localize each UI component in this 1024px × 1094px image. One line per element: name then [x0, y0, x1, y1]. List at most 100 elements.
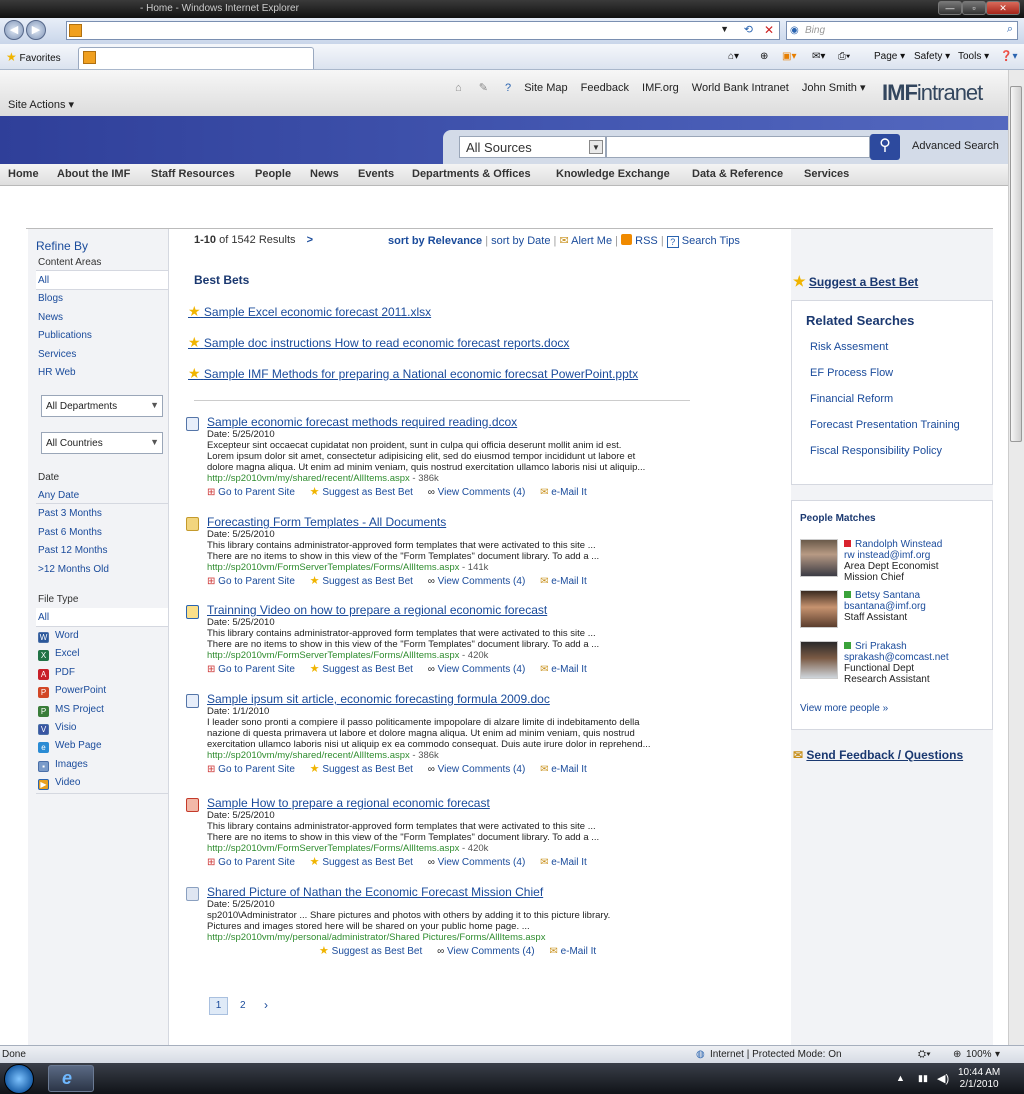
suggest-best-bet-link[interactable]: Suggest as Best Bet	[322, 576, 413, 587]
start-button[interactable]	[4, 1064, 34, 1094]
email-it-link[interactable]: e-Mail It	[551, 664, 587, 675]
nav-staff-resources[interactable]: Staff Resources	[151, 168, 235, 180]
area-news[interactable]: News	[38, 312, 63, 323]
suggest-best-bet-link[interactable]: Suggest as Best Bet	[332, 946, 423, 957]
result-title-link[interactable]: Sample How to prepare a regional economi…	[207, 796, 696, 810]
filetype-images[interactable]: ▪ Images	[38, 759, 88, 772]
nav-data-reference[interactable]: Data & Reference	[692, 168, 783, 180]
person-name[interactable]: Betsy Santana	[855, 590, 920, 601]
countries-select[interactable]: All Countries ▼	[41, 432, 163, 454]
top-link-sitemap[interactable]: Site Map	[524, 82, 567, 94]
best-bet-item[interactable]: ★ Sample doc instructions How to read ec…	[188, 334, 569, 351]
area-hr-web[interactable]: HR Web	[38, 367, 76, 378]
date-6-months[interactable]: Past 6 Months	[38, 527, 102, 538]
go-to-parent-link[interactable]: Go to Parent Site	[218, 487, 295, 498]
page-1-button[interactable]: 1	[209, 997, 228, 1015]
back-button[interactable]: ◀	[4, 20, 24, 40]
rss-toolbar-icon[interactable]: ▣▾	[782, 51, 796, 62]
filetype-all[interactable]: All	[38, 612, 49, 623]
refresh-icon[interactable]: ⟲	[744, 23, 753, 36]
avatar[interactable]	[800, 590, 838, 628]
person-email[interactable]: bsantana@imf.org	[844, 601, 926, 612]
close-window-button[interactable]: ✕	[986, 1, 1020, 15]
filetype-pdf[interactable]: A PDF	[38, 667, 75, 680]
site-actions-menu[interactable]: Site Actions ▾	[8, 98, 74, 111]
result-title-link[interactable]: Trainning Video on how to prepare a regi…	[207, 603, 696, 617]
result-title-link[interactable]: Sample ipsum sit article, economic forec…	[207, 692, 696, 706]
nav-events[interactable]: Events	[358, 168, 394, 180]
zoom-dropdown-icon[interactable]: ▾	[995, 1049, 1000, 1060]
avatar[interactable]	[800, 539, 838, 577]
avatar[interactable]	[800, 641, 838, 679]
suggest-best-bet-link[interactable]: Suggest as Best Bet	[322, 664, 413, 675]
mail-toolbar-icon[interactable]: ✉▾	[812, 51, 825, 62]
date-12-months[interactable]: Past 12 Months	[38, 545, 107, 556]
date-any[interactable]: Any Date	[38, 490, 79, 501]
area-all[interactable]: All	[38, 275, 49, 286]
tools-menu[interactable]: Tools ▾	[958, 51, 989, 62]
filetype-visio[interactable]: V Visio	[38, 722, 77, 735]
view-comments-link[interactable]: View Comments (4)	[438, 764, 526, 775]
tag-icon[interactable]: ⌂	[455, 82, 462, 94]
result-title-link[interactable]: Sample economic forecast methods require…	[207, 415, 696, 429]
top-link-world-bank[interactable]: World Bank Intranet	[692, 82, 789, 94]
imf-intranet-logo[interactable]: IMFintranet	[882, 80, 983, 106]
advanced-search-link[interactable]: Advanced Search	[912, 140, 999, 152]
person-email[interactable]: sprakash@comcast.net	[844, 652, 949, 663]
notes-icon[interactable]: ✎	[479, 82, 488, 94]
view-comments-link[interactable]: View Comments (4)	[447, 946, 535, 957]
related-search-link[interactable]: Risk Assesment	[810, 341, 888, 353]
go-to-parent-link[interactable]: Go to Parent Site	[218, 576, 295, 587]
person-email[interactable]: rw instead@imf.org	[844, 550, 930, 561]
related-search-link[interactable]: EF Process Flow	[810, 367, 893, 379]
stop-icon[interactable]: ✕	[764, 23, 774, 37]
next-page-link[interactable]: ›	[264, 998, 268, 1012]
browser-search-input[interactable]: ◉ Bing ⌕	[786, 21, 1018, 40]
email-it-link[interactable]: e-Mail It	[551, 857, 587, 868]
nav-about[interactable]: About the IMF	[57, 168, 130, 180]
system-clock[interactable]: 10:44 AM 2/1/2010	[958, 1067, 1000, 1091]
protected-mode-icon[interactable]: ⛭▾	[918, 1049, 931, 1060]
sort-date[interactable]: sort by Date	[491, 235, 550, 247]
related-search-link[interactable]: Fiscal Responsibility Policy	[810, 445, 942, 457]
forward-button[interactable]: ▶	[26, 20, 46, 40]
best-bet-item[interactable]: ★ Sample IMF Methods for preparing a Nat…	[188, 365, 638, 382]
related-search-link[interactable]: Forecast Presentation Training	[810, 419, 960, 431]
filetype-powerpoint[interactable]: P PowerPoint	[38, 685, 106, 698]
favorites-button[interactable]: ★ Favorites	[6, 50, 61, 64]
user-menu[interactable]: John Smith ▾	[802, 82, 866, 94]
email-it-link[interactable]: e-Mail It	[551, 487, 587, 498]
filetype-ms-project[interactable]: P MS Project	[38, 704, 104, 717]
help-icon[interactable]: ❓▾	[1000, 51, 1017, 62]
filetype-web-page[interactable]: e Web Page	[38, 740, 102, 753]
search-button[interactable]: ⚲	[870, 134, 900, 160]
view-comments-link[interactable]: View Comments (4)	[438, 857, 526, 868]
scrollbar-thumb[interactable]	[1010, 86, 1022, 442]
result-title-link[interactable]: Forecasting Form Templates - All Documen…	[207, 515, 696, 529]
search-go-icon[interactable]: ⌕	[1007, 23, 1013, 36]
address-dropdown-icon[interactable]: ▼	[720, 24, 729, 34]
suggest-best-bet-link[interactable]: Suggest as Best Bet	[322, 487, 413, 498]
suggest-best-bet-box[interactable]: ★ Suggest a Best Bet	[793, 273, 918, 290]
view-more-people-link[interactable]: View more people »	[800, 703, 888, 714]
zoom-level[interactable]: 100%	[966, 1049, 992, 1060]
browser-tab[interactable]	[78, 47, 314, 69]
suggest-best-bet-link[interactable]: Suggest as Best Bet	[322, 857, 413, 868]
best-bet-item[interactable]: ★ Sample Excel economic forecast 2011.xl…	[188, 303, 431, 320]
email-it-link[interactable]: e-Mail It	[551, 764, 587, 775]
search-source-select[interactable]: All Sources ▼	[459, 136, 606, 158]
page-2-link[interactable]: 2	[240, 1000, 246, 1011]
next-results-link[interactable]: >	[307, 234, 313, 246]
view-comments-link[interactable]: View Comments (4)	[438, 487, 526, 498]
result-title-link[interactable]: Shared Picture of Nathan the Economic Fo…	[207, 885, 696, 899]
top-link-imf-org[interactable]: IMF.org	[642, 82, 679, 94]
network-icon[interactable]: ▮▮	[918, 1073, 928, 1084]
filetype-video[interactable]: ▶ Video	[38, 777, 80, 790]
date-3-months[interactable]: Past 3 Months	[38, 508, 102, 519]
send-feedback-link[interactable]: ✉ Send Feedback / Questions	[793, 748, 963, 762]
help-circle-icon[interactable]: ?	[505, 82, 511, 94]
sort-relevance[interactable]: sort by Relevance	[388, 235, 482, 247]
feeds-icon[interactable]: ⊕	[760, 51, 768, 62]
view-comments-link[interactable]: View Comments (4)	[438, 664, 526, 675]
top-link-feedback[interactable]: Feedback	[581, 82, 629, 94]
